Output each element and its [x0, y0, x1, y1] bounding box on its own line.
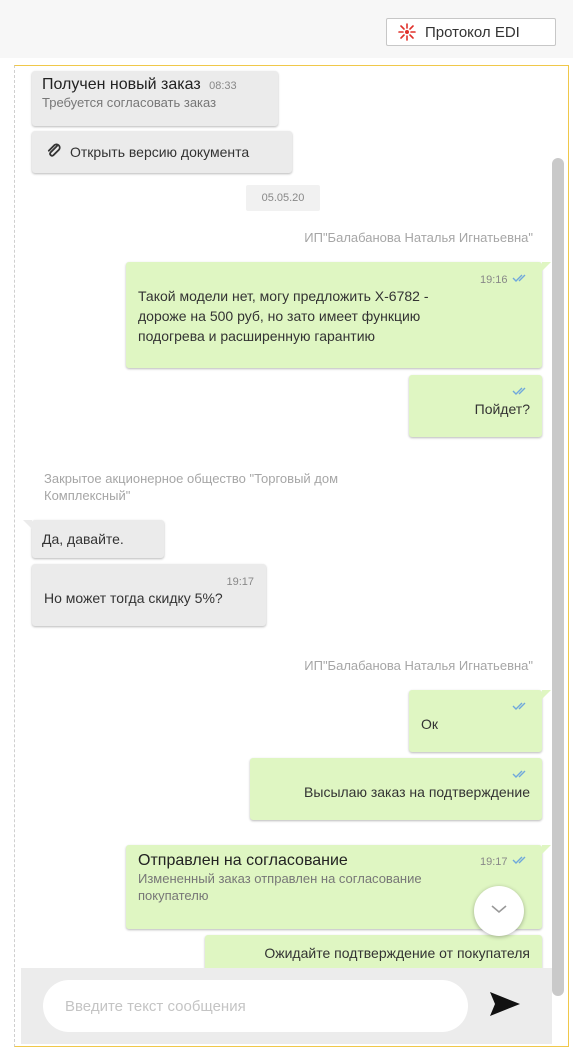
date-separator: 05.05.20	[246, 185, 320, 211]
message-time: 19:17	[226, 576, 254, 588]
message-title: Получен новый заказ	[42, 76, 201, 93]
open-document-label: Открыть версию документа	[70, 144, 250, 160]
send-button[interactable]	[483, 986, 527, 1026]
message-line: Измененный заказ отправлен на согласован…	[138, 871, 422, 887]
paperclip-icon	[46, 143, 62, 162]
outgoing-message: Ожидайте подтверждение от покупателя	[205, 935, 542, 971]
message-title: Отправлен на согласование	[138, 852, 348, 870]
sender-name: Закрытое акционерное общество "Торговый …	[44, 470, 338, 504]
message-text: Ожидайте подтверждение от покупателя	[264, 945, 530, 961]
double-check-icon	[512, 270, 530, 288]
message-text: Но может тогда скидку 5%?	[44, 590, 223, 606]
message-text: Высылаю заказ на подтверждение	[304, 784, 530, 800]
scroll-down-button[interactable]	[474, 886, 524, 936]
message-time: 19:16	[480, 274, 508, 287]
sender-name: ИП"Балабанова Наталья Игнатьевна"	[304, 230, 533, 245]
message-text: Ок	[421, 716, 439, 732]
incoming-message: Да, давайте.	[23, 520, 164, 558]
message-composer	[21, 968, 552, 1044]
message-line: подогрева и расширенную гарантию	[138, 328, 376, 344]
double-check-icon	[512, 852, 530, 870]
edi-protocol-button[interactable]: Протокол EDI	[386, 18, 556, 46]
sender-name-line: Комплексный"	[44, 488, 131, 503]
message-input[interactable]	[43, 980, 468, 1032]
message-text: Да, давайте.	[42, 531, 124, 547]
outgoing-message: Пойдет?	[409, 375, 542, 437]
edi-protocol-icon	[397, 22, 417, 42]
message-line: покупателю	[138, 888, 209, 904]
sender-name: ИП"Балабанова Наталья Игнатьевна"	[304, 658, 533, 673]
outgoing-message: 19:16 Такой модели нет, могу предложить …	[126, 262, 551, 368]
double-check-icon	[512, 698, 530, 716]
outgoing-message: Высылаю заказ на подтверждение	[250, 758, 542, 820]
outgoing-message: Ок	[409, 690, 551, 752]
message-text: Требуется согласовать заказ	[42, 95, 217, 110]
chevron-down-icon	[490, 902, 508, 920]
incoming-message: 19:17 Но может тогда скидку 5%?	[32, 564, 266, 626]
message-line: дороже на 500 руб, но зато имеет функцию	[138, 308, 421, 324]
message-time: 08:33	[209, 80, 237, 92]
message-time: 19:17	[480, 856, 508, 869]
message-text: Пойдет?	[474, 401, 530, 417]
open-document-version-button[interactable]: Открыть версию документа	[32, 131, 292, 173]
send-icon	[488, 990, 522, 1023]
incoming-message: Получен новый заказ 08:33 Требуется согл…	[32, 71, 278, 126]
scrollbar-thumb[interactable]	[552, 158, 564, 996]
top-toolbar: Протокол EDI	[0, 0, 573, 58]
message-line: Такой модели нет, могу предложить Х-6782…	[138, 288, 429, 304]
edi-protocol-label: Протокол EDI	[425, 23, 520, 41]
sender-name-line: Закрытое акционерное общество "Торговый …	[44, 471, 339, 486]
